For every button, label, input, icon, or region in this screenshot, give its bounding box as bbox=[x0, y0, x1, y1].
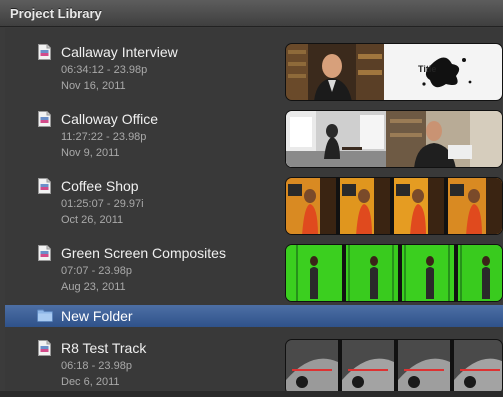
project-filmstrip[interactable] bbox=[285, 177, 503, 235]
project-date: Nov 9, 2011 bbox=[61, 147, 120, 159]
project-duration-framerate: 01:25:07 - 29.97i bbox=[61, 198, 144, 210]
folder-row-new-folder[interactable]: New Folder bbox=[5, 305, 503, 327]
window-title: Project Library bbox=[10, 6, 102, 21]
project-name: R8 Test Track bbox=[61, 340, 147, 356]
project-filmstrip[interactable]: Title bbox=[285, 43, 503, 101]
project-duration-framerate: 07:07 - 23.98p bbox=[61, 265, 132, 277]
project-duration-framerate: 06:18 - 23.98p bbox=[61, 360, 132, 372]
filmstrip-frames bbox=[286, 245, 502, 301]
filmstrip-frame bbox=[286, 111, 386, 167]
project-filmstrip[interactable] bbox=[285, 110, 503, 168]
project-duration-framerate: 11:27:22 - 23.98p bbox=[61, 131, 147, 143]
project-name: Callaway Interview bbox=[61, 44, 178, 60]
project-name: Coffee Shop bbox=[61, 178, 139, 194]
filmstrip-frame bbox=[286, 44, 384, 100]
project-row[interactable]: R8 Test Track 06:18 - 23.98p Dec 6, 2011 bbox=[5, 326, 503, 395]
project-library-window: Project Library Callaway Interview 06:34… bbox=[0, 0, 503, 397]
project-filmstrip[interactable] bbox=[285, 244, 503, 302]
project-filmstrip[interactable] bbox=[285, 339, 503, 395]
project-document-icon bbox=[38, 340, 51, 356]
project-document-icon bbox=[38, 178, 51, 194]
folder-name: New Folder bbox=[61, 308, 133, 324]
project-date: Dec 6, 2011 bbox=[61, 376, 120, 388]
project-name: Calloway Office bbox=[61, 111, 159, 127]
project-duration-framerate: 06:34:12 - 23.98p bbox=[61, 64, 148, 76]
project-date: Nov 16, 2011 bbox=[61, 80, 126, 92]
project-date: Aug 23, 2011 bbox=[61, 281, 126, 293]
project-list[interactable]: Callaway Interview 06:34:12 - 23.98p Nov… bbox=[5, 28, 503, 395]
filmstrip-frame bbox=[386, 111, 502, 167]
filmstrip-frames bbox=[286, 340, 502, 394]
project-name: Green Screen Composites bbox=[61, 245, 226, 261]
project-date: Oct 26, 2011 bbox=[61, 214, 124, 226]
project-document-icon bbox=[38, 245, 51, 261]
folder-icon bbox=[37, 309, 53, 322]
project-row[interactable]: Coffee Shop 01:25:07 - 29.97i Oct 26, 20… bbox=[5, 164, 503, 235]
filmstrip-title-frame: Title bbox=[384, 44, 502, 100]
project-document-icon bbox=[38, 111, 51, 127]
library-titlebar: Project Library bbox=[0, 0, 503, 27]
project-row[interactable]: Calloway Office 11:27:22 - 23.98p Nov 9,… bbox=[5, 97, 503, 168]
project-row[interactable]: Green Screen Composites 07:07 - 23.98p A… bbox=[5, 231, 503, 302]
project-row[interactable]: Callaway Interview 06:34:12 - 23.98p Nov… bbox=[5, 30, 503, 101]
project-document-icon bbox=[38, 44, 51, 60]
filmstrip-frames bbox=[286, 178, 502, 234]
title-card-text: Title bbox=[418, 64, 436, 74]
list-bottom-edge bbox=[0, 391, 503, 397]
